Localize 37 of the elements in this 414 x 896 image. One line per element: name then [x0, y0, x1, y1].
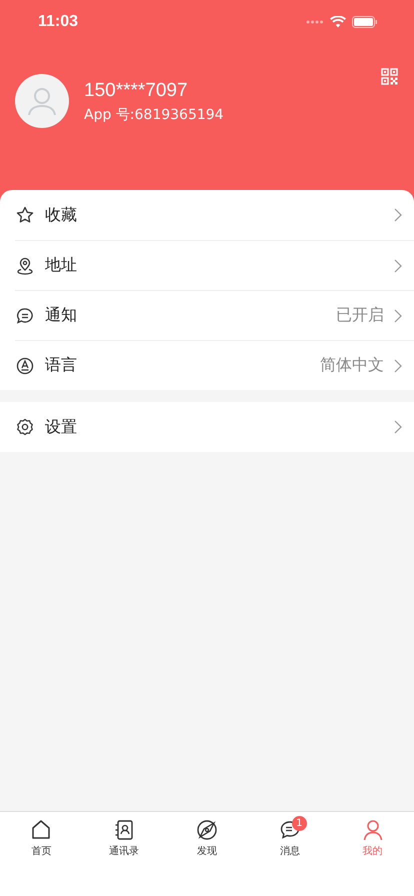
- chevron-icon: [394, 420, 402, 434]
- menu-label: 通知: [45, 305, 78, 326]
- unread-badge: 1: [292, 816, 307, 831]
- compass-icon: [194, 818, 219, 842]
- chat-icon: [15, 306, 35, 326]
- menu-item[interactable]: 收藏: [0, 190, 414, 240]
- chevron-icon: [394, 208, 402, 222]
- menu-item[interactable]: 通知 已开启: [0, 290, 414, 340]
- menu-value: 已开启: [336, 305, 384, 326]
- chevron-icon: [394, 358, 402, 372]
- menu-item[interactable]: 地址: [0, 240, 414, 290]
- battery-icon: [352, 16, 378, 28]
- menu-label: 收藏: [45, 204, 78, 226]
- chevron-icon: [394, 308, 402, 322]
- avatar[interactable]: [15, 74, 69, 128]
- menu-label: 语言: [45, 355, 78, 376]
- phone-number: 150****7097: [84, 80, 189, 102]
- tab-item[interactable]: 1 消息: [248, 812, 332, 896]
- tab-item[interactable]: 通讯录: [82, 812, 166, 896]
- qr-code-icon[interactable]: [381, 68, 398, 85]
- menu-value: 简体中文: [320, 355, 384, 376]
- signal-icon: [306, 20, 324, 24]
- star-icon: [15, 205, 35, 225]
- tab-item[interactable]: 发现: [166, 812, 248, 896]
- wifi-icon: [330, 16, 346, 28]
- status-time: 11:03: [38, 13, 78, 31]
- menu-label: 地址: [45, 255, 78, 276]
- chevron-icon: [394, 258, 402, 272]
- menu-label: 设置: [45, 416, 78, 438]
- gear-icon: [15, 417, 35, 437]
- menu-item[interactable]: 设置: [0, 402, 414, 452]
- app-id: App 号:6819365194: [84, 106, 225, 124]
- person-icon: [27, 86, 57, 116]
- location-icon: [15, 256, 35, 276]
- language-icon: [15, 356, 35, 376]
- tab-item[interactable]: 首页: [0, 812, 83, 896]
- menu-item[interactable]: 语言 简体中文: [0, 340, 414, 390]
